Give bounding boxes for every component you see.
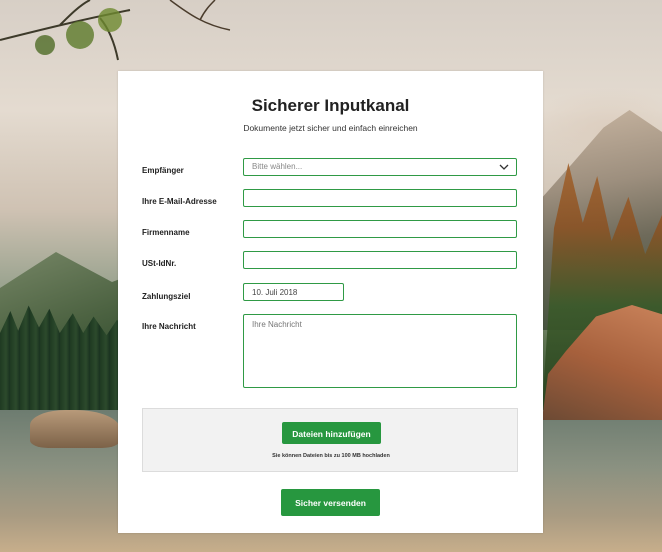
background-rock-left xyxy=(30,410,120,448)
message-row: Ihre Nachricht xyxy=(142,314,520,390)
recipient-select-value: Bitte wählen... xyxy=(252,162,303,171)
vat-row: USt-IdNr. xyxy=(142,251,520,271)
recipient-label: Empfänger xyxy=(142,166,184,175)
company-row: Firmenname xyxy=(142,220,520,240)
add-files-button[interactable]: Dateien hinzufügen xyxy=(282,422,381,444)
message-textarea[interactable] xyxy=(243,314,517,388)
upload-size-note: Sie können Dateien bis zu 100 MB hochlad… xyxy=(272,453,390,459)
vat-field[interactable] xyxy=(243,251,517,269)
form-subtitle: Dokumente jetzt sicher und einfach einre… xyxy=(243,123,418,133)
recipient-select[interactable]: Bitte wählen... xyxy=(243,158,517,176)
due-date-label: Zahlungsziel xyxy=(142,292,191,301)
form-title: Sicherer Inputkanal xyxy=(251,96,410,115)
recipient-row: Empfänger Bitte wählen... xyxy=(142,158,520,178)
file-dropzone[interactable]: Dateien hinzufügen Sie können Dateien bi… xyxy=(142,408,518,472)
email-field[interactable] xyxy=(243,189,517,207)
due-date-row: Zahlungsziel xyxy=(142,283,520,303)
company-field[interactable] xyxy=(243,220,517,238)
message-label: Ihre Nachricht xyxy=(142,322,196,331)
company-label: Firmenname xyxy=(142,228,190,237)
page: Sicherer Inputkanal Dokumente jetzt sich… xyxy=(0,0,662,552)
submit-button[interactable]: Sicher versenden xyxy=(281,489,380,516)
email-label: Ihre E-Mail-Adresse xyxy=(142,197,217,206)
form-card: Sicherer Inputkanal Dokumente jetzt sich… xyxy=(118,71,543,533)
chevron-down-icon xyxy=(499,164,509,170)
email-row: Ihre E-Mail-Adresse xyxy=(142,189,520,209)
vat-label: USt-IdNr. xyxy=(142,259,177,268)
due-date-field[interactable] xyxy=(243,283,344,301)
